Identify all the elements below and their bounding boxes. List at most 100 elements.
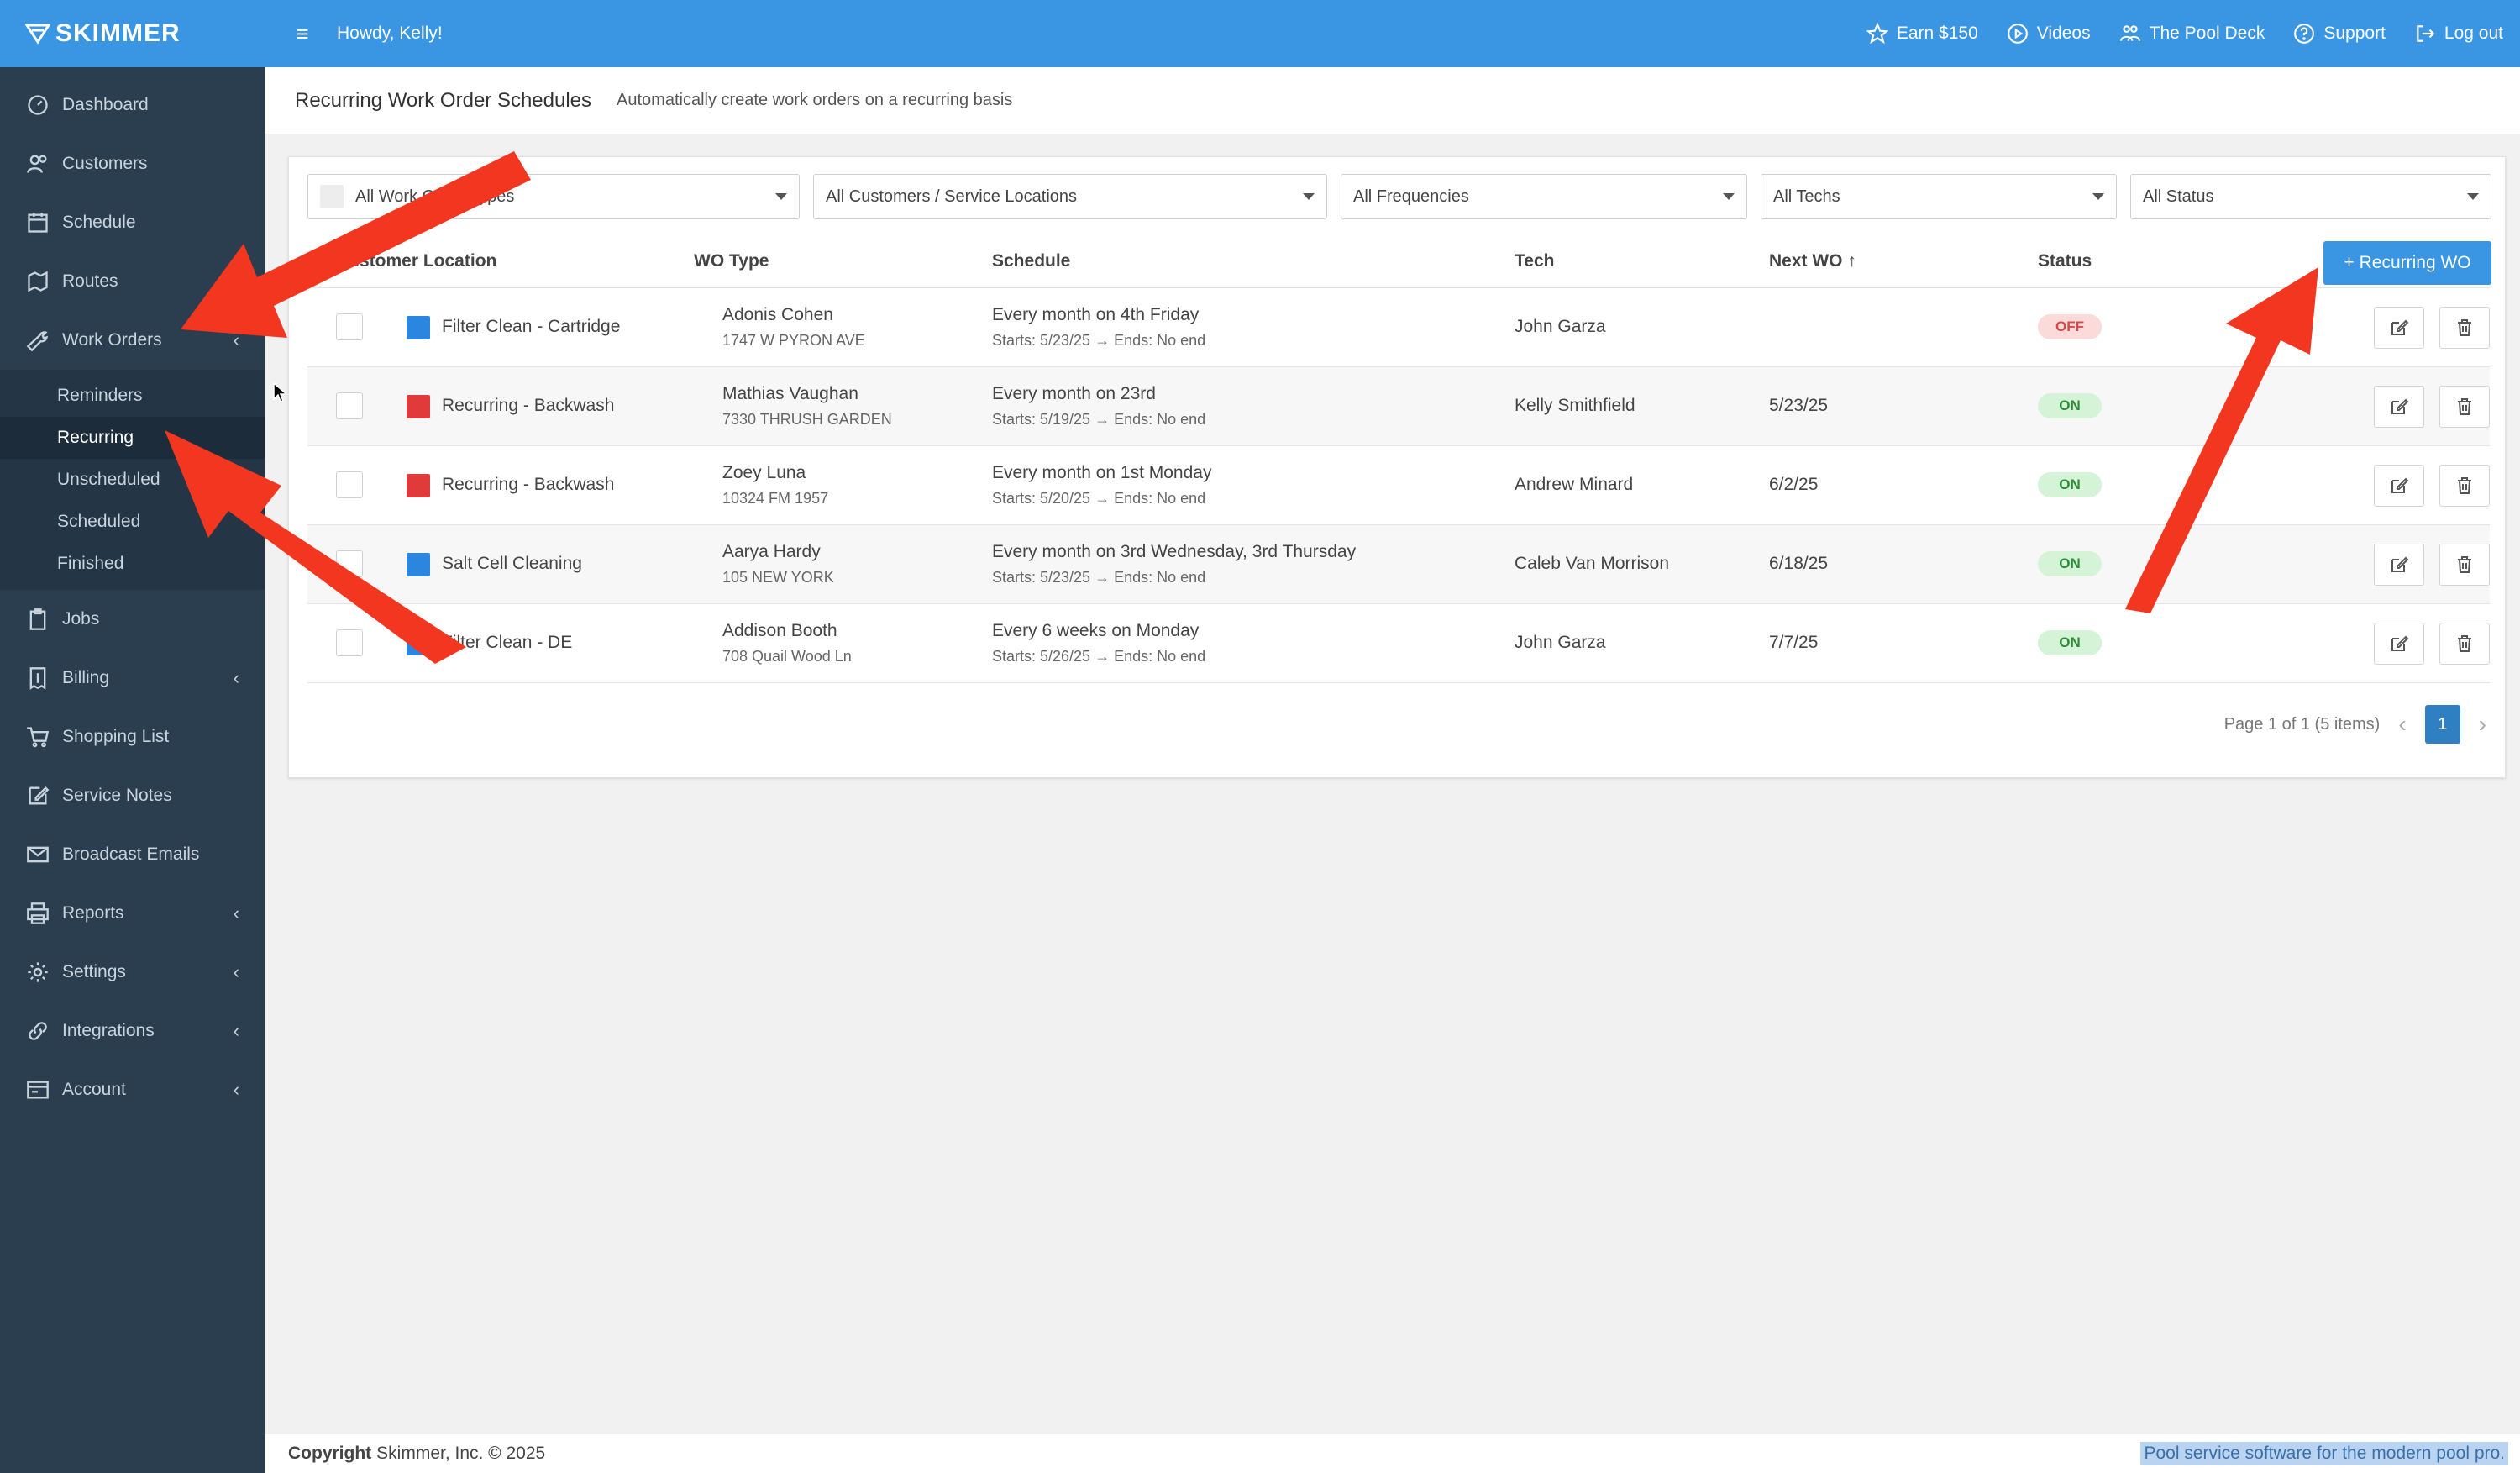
frequency-filter[interactable]: All Frequencies <box>1341 174 1747 219</box>
note-edit-icon <box>25 783 50 808</box>
tech-name: Caleb Van Morrison <box>1515 554 1670 573</box>
sidebar-item-label: Billing <box>62 668 110 687</box>
column-schedule[interactable]: Schedule <box>992 251 1070 271</box>
caret-down-icon <box>2467 193 2479 200</box>
delete-button[interactable] <box>2439 386 2490 428</box>
sidebar-item-service-notes[interactable]: Service Notes <box>0 766 265 825</box>
logout-link[interactable]: Log out <box>2414 23 2503 45</box>
customer-name: Aarya Hardy <box>722 542 821 561</box>
sidebar-item-account[interactable]: Account ‹ <box>0 1060 265 1119</box>
wrench-icon <box>25 328 50 353</box>
chevron-left-icon: ‹ <box>233 1079 239 1100</box>
subnav-item-finished[interactable]: Finished <box>0 543 265 585</box>
page-number-button[interactable]: 1 <box>2424 705 2460 744</box>
status-badge[interactable]: ON <box>2038 393 2102 418</box>
skimmer-logo-icon <box>25 24 50 45</box>
sidebar-item-customers[interactable]: Customers <box>0 134 265 193</box>
sidebar-item-billing[interactable]: Billing ‹ <box>0 649 265 708</box>
sidebar-item-schedule[interactable]: Schedule <box>0 193 265 252</box>
footer-tagline[interactable]: Pool service software for the modern poo… <box>2140 1442 2508 1465</box>
wo-type-filter[interactable]: All Work Order Types <box>307 174 800 219</box>
next-wo-date: 6/2/25 <box>1769 475 1819 494</box>
table-row[interactable]: Filter Clean - DE Addison Booth 708 Quai… <box>307 604 2490 683</box>
button-label: Recurring WO <box>2359 253 2471 272</box>
table-row[interactable]: Recurring - Backwash Zoey Luna 10324 FM … <box>307 446 2490 525</box>
column-next-wo[interactable]: Next WO ↑ <box>1769 251 1856 271</box>
status-filter[interactable]: All Status <box>2130 174 2491 219</box>
sidebar-item-label: Broadcast Emails <box>62 844 200 864</box>
sidebar-item-label: Integrations <box>62 1021 155 1040</box>
sidebar-item-integrations[interactable]: Integrations ‹ <box>0 1002 265 1060</box>
edit-button[interactable] <box>2374 386 2424 428</box>
videos-link[interactable]: Videos <box>2007 23 2091 45</box>
next-page-icon[interactable]: › <box>2479 711 2486 738</box>
column-tech[interactable]: Tech <box>1515 251 1554 271</box>
edit-button[interactable] <box>2374 544 2424 586</box>
wo-type: Recurring - Backwash <box>442 396 615 415</box>
envelope-icon <box>25 842 50 867</box>
help-icon <box>2294 24 2315 44</box>
column-customer[interactable]: Customer Location <box>336 251 496 271</box>
sidebar-item-jobs[interactable]: Jobs <box>0 590 265 649</box>
schedule-range: Starts: 5/26/25 → Ends: No end <box>992 648 1206 665</box>
edit-icon <box>2391 398 2409 414</box>
subnav-item-scheduled[interactable]: Scheduled <box>0 501 265 543</box>
add-recurring-wo-button[interactable]: + Recurring WO <box>2323 241 2491 285</box>
subnav-item-recurring[interactable]: Recurring <box>0 417 265 459</box>
customer-name: Zoey Luna <box>722 463 806 482</box>
status-badge[interactable]: ON <box>2038 630 2102 655</box>
delete-button[interactable] <box>2439 465 2490 507</box>
column-label: Next WO <box>1769 251 1843 271</box>
edit-button[interactable] <box>2374 465 2424 507</box>
row-checkbox[interactable] <box>336 550 363 577</box>
status-badge[interactable]: ON <box>2038 472 2102 497</box>
table-row[interactable]: Filter Clean - Cartridge Adonis Cohen 17… <box>307 288 2490 367</box>
sidebar-item-routes[interactable]: Routes <box>0 252 265 311</box>
pool-deck-link[interactable]: The Pool Deck <box>2119 23 2265 45</box>
prev-page-icon[interactable]: ‹ <box>2398 711 2406 738</box>
status-badge[interactable]: OFF <box>2038 314 2102 339</box>
sidebar-item-dashboard[interactable]: Dashboard <box>0 76 265 134</box>
delete-button[interactable] <box>2439 544 2490 586</box>
sidebar-item-work-orders[interactable]: Work Orders ‹ <box>0 311 265 370</box>
subnav-item-unscheduled[interactable]: Unscheduled <box>0 459 265 501</box>
cart-icon <box>25 724 50 750</box>
recurring-wo-card: All Work Order Types All Customers / Ser… <box>288 156 2506 778</box>
status-badge[interactable]: ON <box>2038 551 2102 576</box>
support-link[interactable]: Support <box>2293 23 2386 45</box>
trash-icon <box>2458 556 2471 573</box>
earn-link[interactable]: Earn $150 <box>1866 23 1978 45</box>
tech-name: John Garza <box>1515 633 1606 652</box>
row-checkbox[interactable] <box>336 629 363 656</box>
tech-filter[interactable]: All Techs <box>1761 174 2117 219</box>
brand-name: SKIMMER <box>55 19 181 47</box>
sidebar-item-shopping-list[interactable]: Shopping List <box>0 708 265 766</box>
schedule-text: Every 6 weeks on Monday <box>992 621 1200 640</box>
caret-down-icon <box>775 193 787 200</box>
sidebar-item-reports[interactable]: Reports ‹ <box>0 884 265 943</box>
skimmer-logo[interactable]: SKIMMER <box>25 19 181 48</box>
tech-name: Andrew Minard <box>1515 475 1634 494</box>
sidebar-item-broadcast-emails[interactable]: Broadcast Emails <box>0 825 265 884</box>
delete-button[interactable] <box>2439 623 2490 665</box>
wo-type: Recurring - Backwash <box>442 475 615 494</box>
customer-name: Addison Booth <box>722 621 837 640</box>
sidebar-item-settings[interactable]: Settings ‹ <box>0 943 265 1002</box>
subnav-item-reminders[interactable]: Reminders <box>0 375 265 417</box>
top-links: Earn $150 Videos The Pool Deck Support L… <box>1866 23 2503 45</box>
row-checkbox[interactable] <box>336 471 363 498</box>
sidebar-item-label: Jobs <box>62 609 100 629</box>
hamburger-menu-icon[interactable]: ≡ <box>273 21 332 47</box>
row-checkbox[interactable] <box>336 313 363 340</box>
customer-filter[interactable]: All Customers / Service Locations <box>813 174 1327 219</box>
delete-button[interactable] <box>2439 307 2490 349</box>
column-status[interactable]: Status <box>2038 251 2092 271</box>
edit-button[interactable] <box>2374 307 2424 349</box>
table-row[interactable]: Salt Cell Cleaning Aarya Hardy 105 NEW Y… <box>307 525 2490 604</box>
row-checkbox[interactable] <box>336 392 363 419</box>
wo-type-color <box>407 553 430 576</box>
edit-button[interactable] <box>2374 623 2424 665</box>
column-wo-type[interactable]: WO Type <box>694 251 769 271</box>
filters-bar: All Work Order Types All Customers / Ser… <box>307 174 2491 219</box>
table-row[interactable]: Recurring - Backwash Mathias Vaughan 733… <box>307 367 2490 446</box>
